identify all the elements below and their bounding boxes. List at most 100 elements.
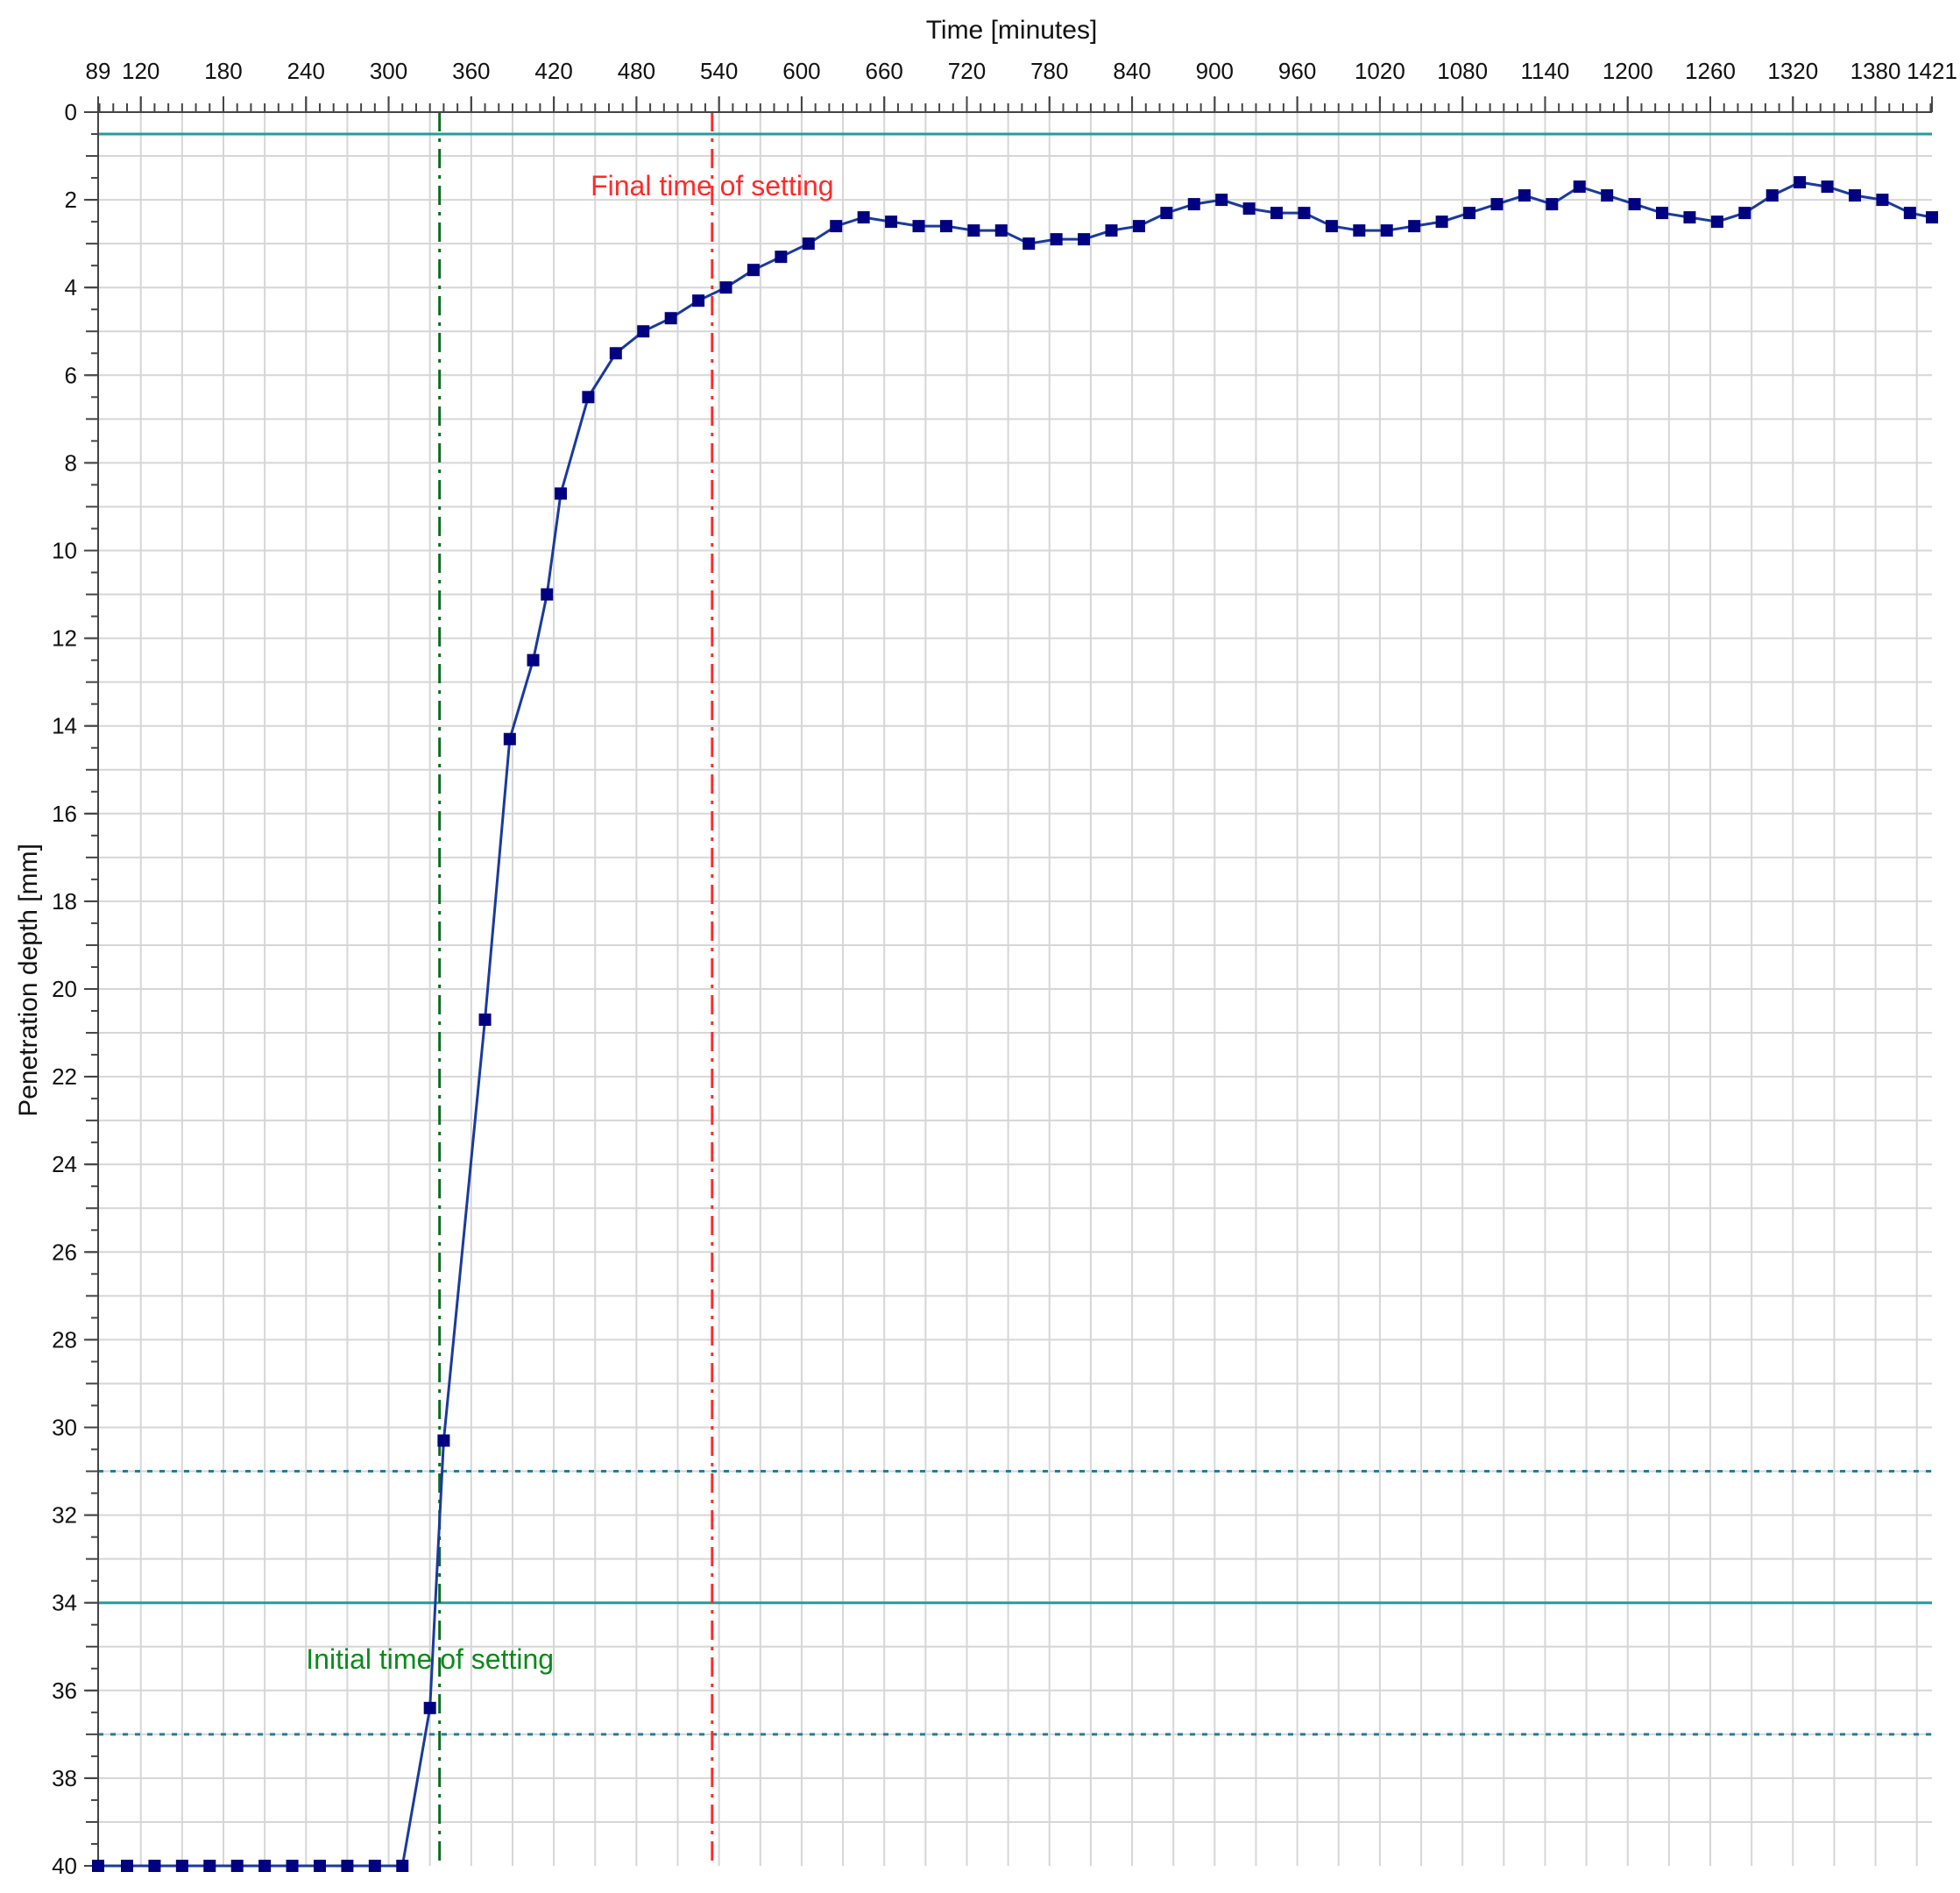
data-point [1242,202,1256,215]
x-tick-label: 89 [86,58,111,84]
x-tick-label: 1200 [1603,58,1653,84]
data-point [1160,207,1173,220]
data-point [912,220,925,233]
data-point [1926,211,1938,224]
chart-container: 89 120 180 240 300 360 420 480 540 600 660 720 780 84… [0,0,1960,1893]
x-tick-label: 1380 [1850,58,1901,84]
data-point [423,1701,436,1714]
y-tick-label: 34 [52,1590,77,1616]
x-tick-label: 900 [1196,58,1234,84]
data-point [527,653,540,667]
x-tick-label: 1080 [1437,58,1488,84]
x-tick-label: 300 [370,58,407,84]
y-tick-label: 2 [65,187,77,213]
data-point [582,391,595,404]
y-tick-label: 8 [65,449,77,476]
data-point [1821,180,1834,194]
data-point [967,224,980,237]
data-point [1435,215,1448,229]
data-point [830,220,843,233]
data-point [148,1860,161,1872]
data-point [1849,189,1862,202]
y-axis-title: Penetration depth [mm] [14,844,43,1117]
data-point [719,281,732,294]
data-point [1710,215,1723,229]
data-point [1546,198,1559,211]
data-point [1518,189,1531,202]
data-point [203,1860,216,1872]
data-point [692,294,705,307]
data-point [885,215,898,229]
data-point [1270,207,1284,220]
x-tick-label: 540 [700,58,738,84]
y-tick-label: 4 [65,274,77,300]
data-point [637,325,650,338]
penetration-depth-chart: 89 120 180 240 300 360 420 480 540 600 660 720 780 84… [14,16,1957,1879]
x-tick-label: 780 [1030,58,1068,84]
data-point [1656,207,1669,220]
y-tick-label: 36 [52,1678,77,1704]
x-tick-label: 840 [1113,58,1150,84]
data-point [1105,224,1118,237]
data-point [1738,207,1751,220]
data-point [1380,224,1393,237]
data-point [1683,211,1696,224]
y-tick-label: 40 [52,1853,77,1879]
data-point [175,1860,188,1872]
data-point [368,1860,381,1872]
data-point [1215,194,1228,207]
y-tick-label: 24 [52,1151,77,1177]
data-point [1353,224,1366,237]
x-tick-label: 1020 [1355,58,1405,84]
x-tick-label: 1140 [1520,58,1569,84]
data-point [230,1860,244,1872]
data-point [503,732,516,745]
data-point [313,1860,326,1872]
x-tick-label: 1320 [1767,58,1818,84]
data-point [1050,233,1063,246]
data-point [554,487,567,500]
x-tick-label: 960 [1278,58,1316,84]
x-tick-label: 1421 [1907,58,1957,84]
data-point [1408,220,1421,233]
data-point [802,237,815,251]
x-tick-label: 1260 [1685,58,1736,84]
data-point [541,588,554,601]
x-tick-label: 660 [866,58,903,84]
y-tick-label: 12 [52,625,77,652]
y-tick-label: 0 [65,99,77,125]
x-tick-label: 720 [948,58,986,84]
y-tick-label: 30 [52,1415,77,1441]
data-point [1078,233,1091,246]
x-tick-label: 360 [452,58,490,84]
y-tick-label: 16 [52,801,77,827]
data-point [1628,198,1641,211]
y-tick-label: 20 [52,976,77,1002]
data-point [1876,194,1889,207]
y-tick-label: 10 [52,538,77,564]
x-tick-label: 420 [534,58,572,84]
data-point [92,1860,104,1872]
data-point [1325,220,1338,233]
data-point [286,1860,299,1872]
x-tick-label: 480 [618,58,655,84]
y-tick-label: 22 [52,1063,77,1090]
data-point [746,264,760,277]
data-point [1794,176,1807,189]
data-point [120,1860,133,1872]
x-axis-title: Time [minutes] [926,16,1098,45]
y-tick-label: 32 [52,1502,77,1529]
x-tick-label: 180 [204,58,242,84]
data-point [609,347,622,360]
data-point [1463,207,1476,220]
data-point [664,312,677,325]
x-tick-label: 600 [782,58,820,84]
x-tick-label: 240 [287,58,325,84]
y-tick-label: 14 [52,713,77,739]
data-point [1490,198,1504,211]
data-point [1298,207,1311,220]
data-point [341,1860,354,1872]
data-point [775,251,788,264]
data-point [478,1014,492,1027]
x-tick-label: 120 [122,58,159,84]
